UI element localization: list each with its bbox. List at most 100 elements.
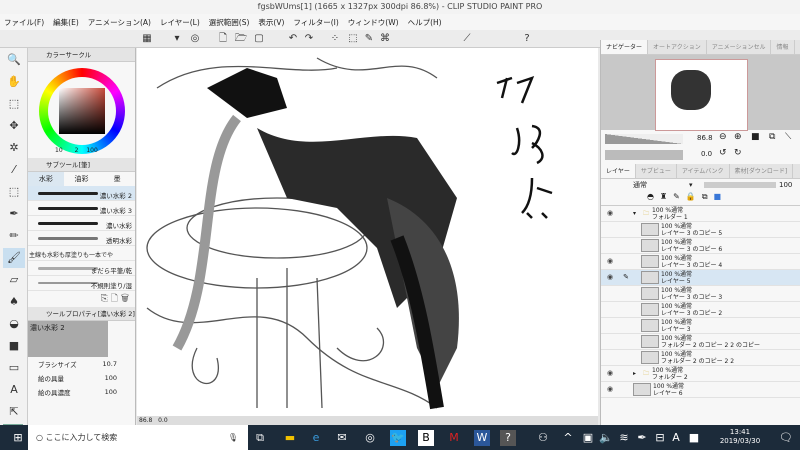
selection-icon[interactable]: ⬚ bbox=[3, 182, 25, 202]
layer-row[interactable]: 100 %通常 フォルダー 2 のコピー 2 2 のコピー bbox=[601, 334, 800, 350]
clipping-icon[interactable]: ◓ bbox=[647, 192, 660, 201]
layer-row[interactable]: ◉ ▾ 🗀 100 %通常 フォルダー 1 bbox=[601, 206, 800, 222]
fill-bucket-icon[interactable]: ◒ bbox=[3, 314, 25, 334]
tab-item-bank[interactable]: アイテムバンク bbox=[677, 164, 730, 178]
pencil-icon[interactable]: ✏ bbox=[3, 226, 25, 246]
tab-info[interactable]: 情報 bbox=[771, 40, 795, 54]
rotate-right-icon[interactable]: ↻ bbox=[734, 148, 742, 158]
dropdown-icon[interactable]: ▾ bbox=[170, 33, 184, 45]
reference-icon[interactable]: ♜ bbox=[660, 192, 673, 201]
chevron-down-icon[interactable]: ▾ bbox=[689, 179, 693, 192]
clip-studio-icon[interactable]: ◎ bbox=[188, 33, 202, 45]
clip-studio-paint-icon[interactable]: ? bbox=[500, 430, 516, 446]
tab-materials[interactable]: 素材[ダウンロード] bbox=[730, 164, 794, 178]
brush-icon[interactable]: 🖌 bbox=[3, 248, 25, 268]
hand-tool-icon[interactable]: ✋ bbox=[3, 72, 25, 92]
layer-row[interactable]: ◉ ✎ 100 %通常 レイヤー 5 bbox=[601, 270, 800, 286]
word-icon[interactable]: W bbox=[474, 430, 490, 446]
opacity-slider[interactable] bbox=[704, 182, 776, 188]
layer-row[interactable]: 100 %通常 レイヤー 3 bbox=[601, 318, 800, 334]
figure-icon[interactable]: ▭ bbox=[3, 358, 25, 378]
redo-icon[interactable]: ↷ bbox=[302, 33, 316, 45]
layer-row[interactable]: 100 %通常 フォルダー 2 のコピー 2 2 bbox=[601, 350, 800, 366]
prop-value[interactable]: 10.7 bbox=[103, 360, 117, 368]
microphone-icon[interactable]: 🎙 bbox=[228, 425, 238, 450]
layer-row[interactable]: 100 %通常 レイヤー 3 のコピー 6 bbox=[601, 238, 800, 254]
menu-help[interactable]: ヘルプ(H) bbox=[408, 17, 442, 28]
layer-row[interactable]: 100 %通常 レイヤー 3 のコピー 5 bbox=[601, 222, 800, 238]
zoom-out-icon[interactable]: ⊖ bbox=[719, 132, 727, 142]
tab-ink[interactable]: 墨 bbox=[99, 172, 135, 186]
ime-icon[interactable]: A bbox=[668, 430, 684, 446]
expand-triangle-icon[interactable]: ▾ bbox=[633, 210, 643, 217]
move-tool-icon[interactable]: ✥ bbox=[3, 116, 25, 136]
save-icon[interactable]: ▢ bbox=[252, 33, 266, 45]
delete-subtool-icon[interactable]: 🗑 bbox=[121, 294, 129, 304]
eye-icon[interactable]: ◉ bbox=[601, 370, 619, 377]
saturation-square[interactable] bbox=[59, 88, 105, 134]
volume-icon[interactable]: 🔈 bbox=[598, 430, 614, 446]
grid-icon[interactable]: ▦ bbox=[140, 33, 154, 45]
eye-icon[interactable]: ◉ bbox=[601, 258, 619, 265]
windows-start-icon[interactable]: ⊞ bbox=[10, 430, 26, 446]
actual-size-icon[interactable]: ⧉ bbox=[769, 132, 775, 142]
draft-icon[interactable]: ✎ bbox=[673, 192, 686, 201]
tab-subview[interactable]: サブビュー bbox=[636, 164, 677, 178]
menu-view[interactable]: 表示(V) bbox=[258, 17, 284, 28]
fit-window-icon[interactable]: ⟍ bbox=[785, 132, 791, 142]
eye-icon[interactable]: ◉ bbox=[601, 386, 619, 393]
tab-oil[interactable]: 油彩 bbox=[64, 172, 100, 186]
brush-item[interactable]: 濃い水彩 bbox=[28, 216, 135, 231]
layer-row[interactable]: ◉ 100 %通常 レイヤー 6 bbox=[601, 382, 800, 398]
drawing-canvas[interactable] bbox=[137, 48, 598, 418]
layer-row[interactable]: 100 %通常 レイヤー 3 のコピー 3 bbox=[601, 286, 800, 302]
zoom-in-icon[interactable]: ⊕ bbox=[734, 132, 742, 142]
layer-row[interactable]: ◉ 100 %通常 レイヤー 3 のコピー 4 bbox=[601, 254, 800, 270]
wifi-icon[interactable]: ≋ bbox=[616, 430, 632, 446]
menu-file[interactable]: ファイル(F) bbox=[4, 17, 44, 28]
edge-icon[interactable]: e bbox=[308, 430, 324, 446]
auto-select-icon[interactable]: ✲ bbox=[3, 138, 25, 158]
lock-icon[interactable]: 🔒 bbox=[686, 192, 702, 201]
ime-mode-icon[interactable]: ■ bbox=[686, 430, 702, 446]
copy-subtool-icon[interactable]: ⎘ bbox=[101, 294, 108, 304]
brush-item[interactable]: 濃い水彩 2 bbox=[28, 186, 135, 201]
help-icon[interactable]: ? bbox=[520, 33, 534, 45]
layer-color-icon[interactable]: ■ bbox=[714, 192, 728, 201]
twitter-icon[interactable]: 🐦 bbox=[390, 430, 406, 446]
paint-amount-property[interactable]: 絵の具量 100 bbox=[28, 371, 135, 385]
blend-icon[interactable]: ♠ bbox=[3, 292, 25, 312]
people-icon[interactable]: ⚇ bbox=[535, 430, 551, 446]
collapse-triangle-icon[interactable]: ▸ bbox=[633, 370, 643, 377]
pen-tray-icon[interactable]: ✒ bbox=[634, 430, 650, 446]
menu-animation[interactable]: アニメーション(A) bbox=[88, 17, 151, 28]
opacity-value[interactable]: 100 bbox=[779, 179, 792, 192]
gradient-icon[interactable]: ■ bbox=[3, 336, 25, 356]
brush-size-property[interactable]: ブラシサイズ 10.7 bbox=[28, 357, 135, 371]
brush-item[interactable]: 濃い水彩 3 bbox=[28, 201, 135, 216]
operation-tool-icon[interactable]: ⬚ bbox=[3, 94, 25, 114]
correct-line-icon[interactable]: ⇱ bbox=[3, 402, 25, 422]
layer-row[interactable]: ◉ ▸ 🗀 100 %通常 フォルダー 2 bbox=[601, 366, 800, 382]
fit-icon[interactable]: ■ bbox=[751, 132, 760, 142]
clock[interactable]: 13:41 2019/03/30 bbox=[710, 428, 770, 446]
mcafee-icon[interactable]: M bbox=[446, 430, 462, 446]
menu-layer[interactable]: レイヤー(L) bbox=[160, 17, 200, 28]
brush-item[interactable]: まだら平筆/乾 bbox=[28, 261, 135, 276]
new-file-icon[interactable]: 🗋 bbox=[216, 33, 230, 45]
tray-chevron-icon[interactable]: ^ bbox=[560, 430, 576, 446]
brush-item[interactable]: 透明水彩 bbox=[28, 231, 135, 246]
open-file-icon[interactable]: 🗁 bbox=[234, 33, 248, 45]
layer-row[interactable]: 100 %通常 レイヤー 3 のコピー 2 bbox=[601, 302, 800, 318]
tab-navigator[interactable]: ナビゲーター bbox=[601, 40, 649, 54]
canvas-zoom[interactable]: 86.8 bbox=[139, 417, 152, 424]
pen-icon[interactable]: ✒ bbox=[3, 204, 25, 224]
undo-icon[interactable]: ↶ bbox=[286, 33, 300, 45]
eyedropper-icon[interactable]: ⁄ bbox=[3, 160, 25, 180]
transform-icon[interactable]: ⬚ bbox=[346, 33, 360, 45]
paint-density-property[interactable]: 絵の具濃度 100 bbox=[28, 385, 135, 399]
menu-filter[interactable]: フィルター(I) bbox=[293, 17, 338, 28]
clear-icon[interactable]: ⁘ bbox=[328, 33, 342, 45]
task-view-icon[interactable]: ⧉ bbox=[252, 430, 268, 446]
eye-icon[interactable]: ◉ bbox=[601, 274, 619, 281]
